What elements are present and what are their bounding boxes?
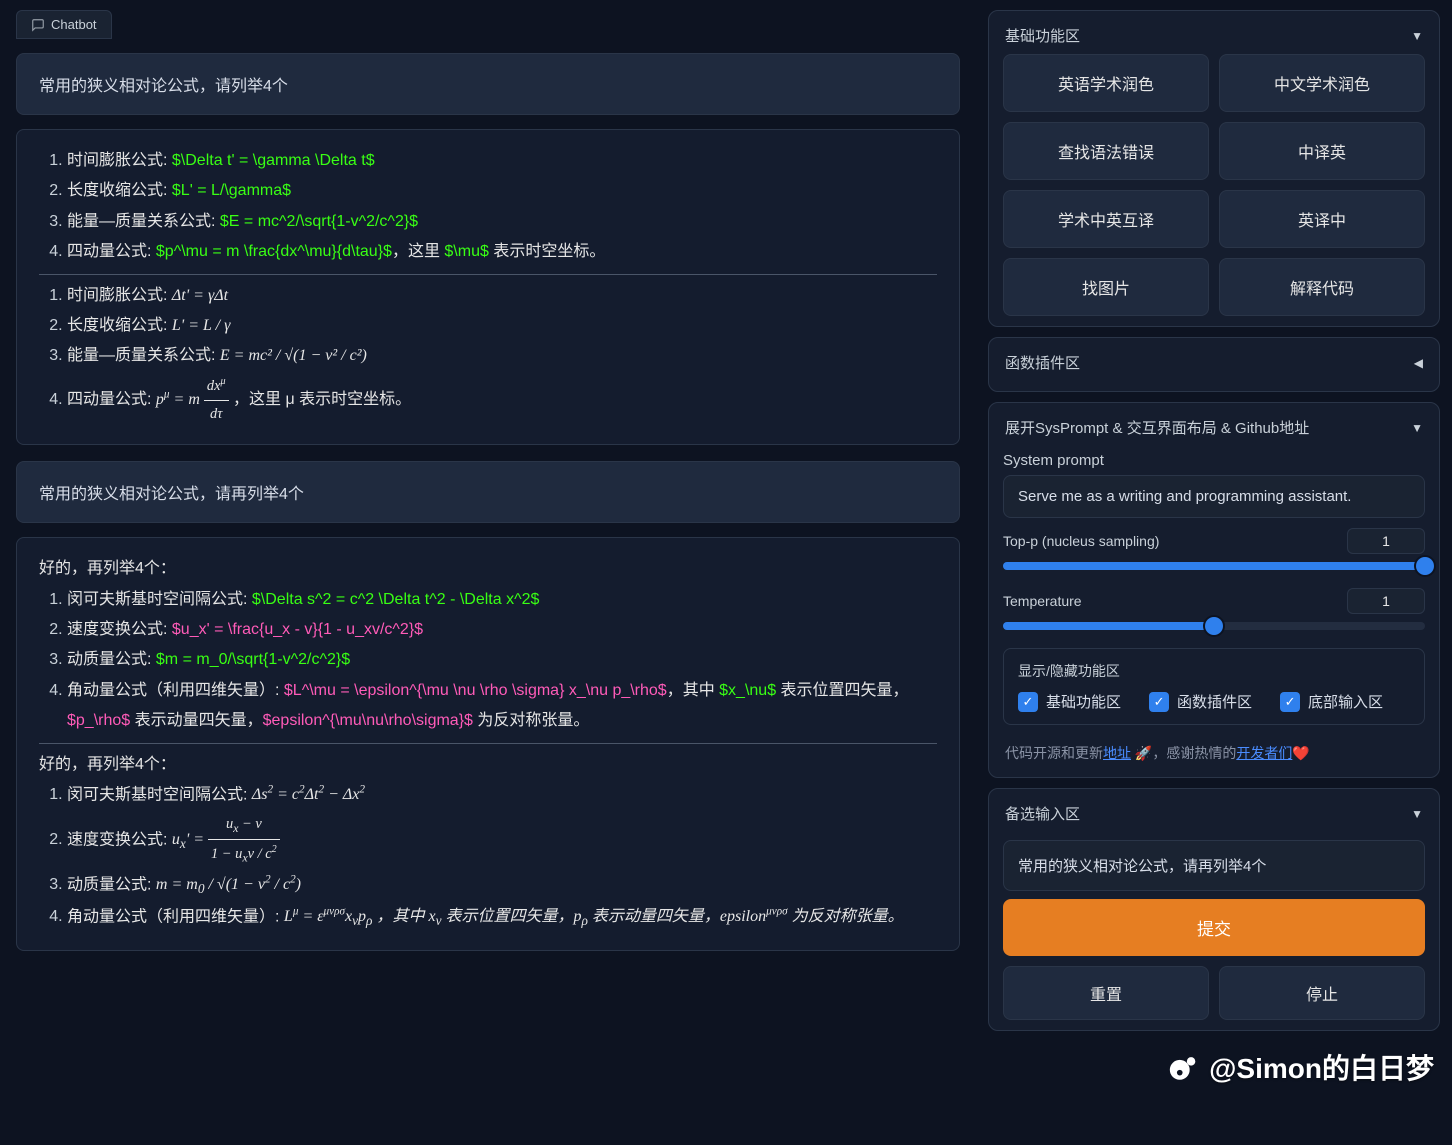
source-link[interactable]: 地址 xyxy=(1103,745,1131,761)
plugins-panel: 函数插件区 ◀ xyxy=(988,337,1440,392)
altinput-panel: 备选输入区 ▼ 常用的狭义相对论公式，请再列举4个 提交 重置 停止 xyxy=(988,788,1440,1031)
checkmark-icon: ✓ xyxy=(1149,692,1169,712)
tab-label: Chatbot xyxy=(51,17,97,32)
plugins-panel-header[interactable]: 函数插件区 ◀ xyxy=(1003,348,1425,381)
chat-icon xyxy=(31,18,45,32)
developers-link[interactable]: 开发者们 xyxy=(1236,745,1292,761)
checkmark-icon: ✓ xyxy=(1018,692,1038,712)
checkbox-0[interactable]: ✓基础功能区 xyxy=(1018,691,1121,712)
top-p-slider[interactable] xyxy=(1003,562,1425,570)
temperature-slider[interactable] xyxy=(1003,622,1425,630)
top-p-value[interactable]: 1 xyxy=(1347,528,1425,554)
user-message: 常用的狭义相对论公式，请再列举4个 xyxy=(16,461,960,523)
basic-button-6[interactable]: 找图片 xyxy=(1003,258,1209,316)
bot-message: 好的，再列举4个： 闵可夫斯基时空间隔公式: $\Delta s^2 = c^2… xyxy=(16,537,960,950)
basic-panel-header[interactable]: 基础功能区 ▼ xyxy=(1003,21,1425,54)
raw-latex-list: 时间膨胀公式: $\Delta t' = \gamma \Delta t$ 长度… xyxy=(39,146,937,268)
alt-input-textarea[interactable]: 常用的狭义相对论公式，请再列举4个 xyxy=(1003,840,1425,891)
watermark: @Simon的白日梦 xyxy=(1167,1047,1434,1087)
basic-button-1[interactable]: 中文学术润色 xyxy=(1219,54,1425,112)
submit-button[interactable]: 提交 xyxy=(1003,899,1425,956)
weibo-icon xyxy=(1167,1050,1201,1084)
basic-button-0[interactable]: 英语学术润色 xyxy=(1003,54,1209,112)
basic-button-5[interactable]: 英译中 xyxy=(1219,190,1425,248)
checkbox-2[interactable]: ✓底部输入区 xyxy=(1280,691,1383,712)
top-p-label: Top-p (nucleus sampling) xyxy=(1003,533,1159,549)
basic-panel: 基础功能区 ▼ 英语学术润色中文学术润色查找语法错误中译英学术中英互译英译中找图… xyxy=(988,10,1440,327)
footer-text: 代码开源和更新地址 🚀，感谢热情的开发者们❤️ xyxy=(1003,739,1425,767)
user-message: 常用的狭义相对论公式，请列举4个 xyxy=(16,53,960,115)
raw-latex-list: 闵可夫斯基时空间隔公式: $\Delta s^2 = c^2 \Delta t^… xyxy=(39,585,937,737)
rendered-list: 时间膨胀公式: Δt' = γΔt 长度收缩公式: L' = L / γ 能量—… xyxy=(39,281,937,429)
bot-message: 时间膨胀公式: $\Delta t' = \gamma \Delta t$ 长度… xyxy=(16,129,960,445)
system-prompt-label: System prompt xyxy=(1003,452,1425,469)
checkbox-1[interactable]: ✓函数插件区 xyxy=(1149,691,1252,712)
chevron-down-icon: ▼ xyxy=(1411,421,1423,435)
temperature-label: Temperature xyxy=(1003,593,1082,609)
basic-button-3[interactable]: 中译英 xyxy=(1219,122,1425,180)
rendered-list: 闵可夫斯基时空间隔公式: Δs2 = c2Δt2 − Δx2 速度变换公式: u… xyxy=(39,780,937,934)
temperature-value[interactable]: 1 xyxy=(1347,588,1425,614)
basic-button-7[interactable]: 解释代码 xyxy=(1219,258,1425,316)
sysprompt-panel: 展开SysPrompt & 交互界面布局 & Github地址 ▼ System… xyxy=(988,402,1440,778)
altinput-panel-header[interactable]: 备选输入区 ▼ xyxy=(1003,799,1425,832)
checkmark-icon: ✓ xyxy=(1280,692,1300,712)
chevron-down-icon: ▼ xyxy=(1411,807,1423,821)
visibility-checkboxes: 显示/隐藏功能区 ✓基础功能区✓函数插件区✓底部输入区 xyxy=(1003,648,1425,725)
system-prompt-input[interactable]: Serve me as a writing and programming as… xyxy=(1003,475,1425,518)
basic-button-2[interactable]: 查找语法错误 xyxy=(1003,122,1209,180)
reset-button[interactable]: 重置 xyxy=(1003,966,1209,1020)
sysprompt-panel-header[interactable]: 展开SysPrompt & 交互界面布局 & Github地址 ▼ xyxy=(1003,413,1425,446)
basic-button-4[interactable]: 学术中英互译 xyxy=(1003,190,1209,248)
chatbot-tab[interactable]: Chatbot xyxy=(16,10,112,39)
chevron-left-icon: ◀ xyxy=(1414,356,1423,370)
stop-button[interactable]: 停止 xyxy=(1219,966,1425,1020)
chevron-down-icon: ▼ xyxy=(1411,29,1423,43)
